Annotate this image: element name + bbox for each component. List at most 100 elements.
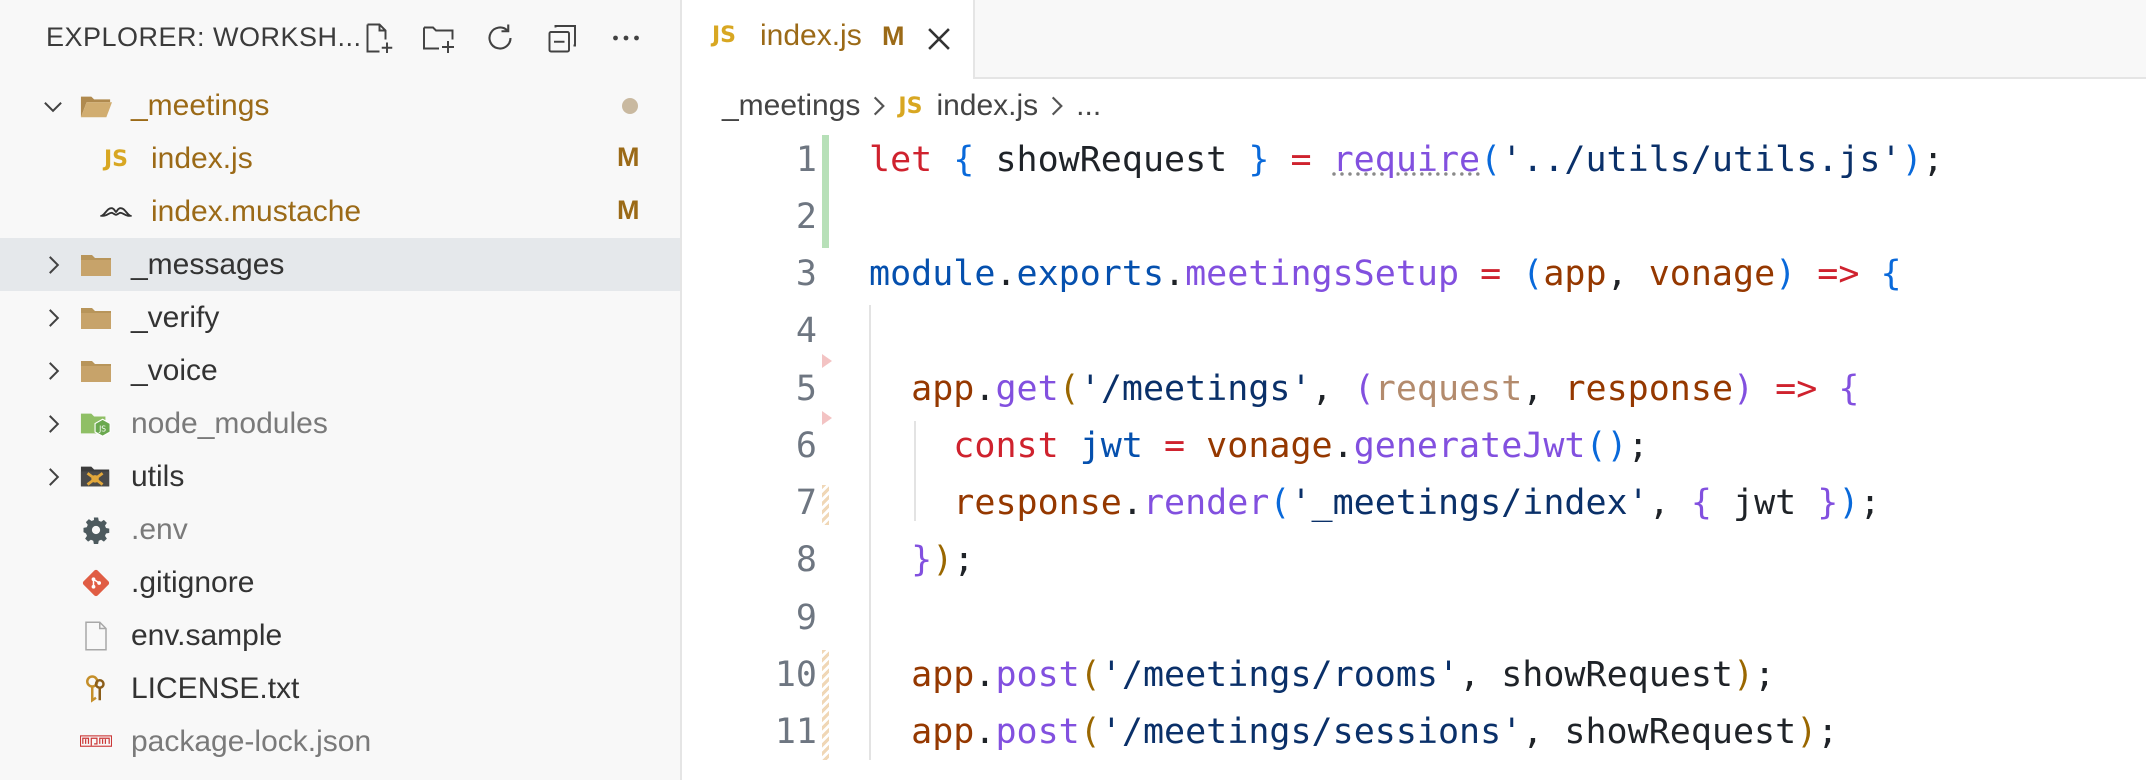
token: , showRequest xyxy=(1522,712,1797,752)
svg-text:JS: JS xyxy=(98,425,106,434)
folder-icon xyxy=(80,250,112,280)
refresh-icon xyxy=(488,24,512,50)
new-folder-icon xyxy=(423,26,454,53)
code-editor[interactable]: 1 2 3 4 5 6 7 8 9 10 11 let { showReques… xyxy=(682,135,2146,780)
tree-item-utils[interactable]: utils xyxy=(0,450,680,503)
tab-index-js[interactable]: JS index.js M xyxy=(682,0,975,79)
token: post xyxy=(995,655,1080,695)
tree-item-verify[interactable]: _verify xyxy=(0,291,680,344)
folder-icon xyxy=(80,303,112,333)
chevron-right-icon xyxy=(1052,96,1064,116)
js-icon: JS xyxy=(712,23,737,48)
token: { xyxy=(953,140,975,180)
token: app xyxy=(911,712,975,752)
close-icon[interactable] xyxy=(922,22,956,56)
tree-item-label: index.js xyxy=(151,142,253,175)
explorer-header: EXPLORER: WORKSH... xyxy=(0,0,680,76)
token: app xyxy=(1543,254,1607,294)
breadcrumb-item-symbols[interactable]: ... xyxy=(1076,89,1101,123)
token: ( xyxy=(1353,369,1375,409)
breadcrumb-item-folder[interactable]: _meetings xyxy=(722,89,860,123)
collapse-all-button[interactable] xyxy=(541,16,585,60)
token: '/meetings/sessions' xyxy=(1100,712,1523,752)
js-icon: JS xyxy=(898,93,923,119)
token: { xyxy=(1838,369,1860,409)
js-icon: JS xyxy=(103,146,129,172)
tree-item-node-modules[interactable]: JS node_modules xyxy=(0,397,680,450)
tree-item-messages[interactable]: _messages xyxy=(0,238,680,291)
chevron-right-icon xyxy=(49,362,60,380)
token: ; xyxy=(1754,655,1776,695)
code-line-10: app.post('/meetings/rooms', showRequest)… xyxy=(869,655,1775,695)
mustache-icon xyxy=(100,197,132,227)
token: () xyxy=(1585,426,1628,466)
token: render xyxy=(1142,483,1270,523)
tree-item-label: .env xyxy=(131,513,188,546)
token: '_meetings/index' xyxy=(1290,483,1649,523)
node-folder-icon: JS xyxy=(80,409,112,439)
token: let xyxy=(869,140,933,180)
token: } xyxy=(911,540,933,580)
token: = xyxy=(1142,426,1207,466)
tree-item-index-mustache[interactable]: index.mustache M xyxy=(0,185,680,238)
line-number: 6 xyxy=(795,426,817,466)
file-tree: _meetings JS index.js M index.mustache M… xyxy=(0,79,680,768)
modified-dot xyxy=(622,98,638,114)
token: post xyxy=(995,712,1080,752)
gear-icon xyxy=(80,515,112,545)
tree-item-package-lock[interactable]: package-lock.json xyxy=(0,715,680,768)
tree-item-gitignore[interactable]: .gitignore xyxy=(0,556,680,609)
token: app xyxy=(911,369,975,409)
token: . xyxy=(974,655,996,695)
utils-folder-icon xyxy=(80,462,112,492)
tree-item-meetings[interactable]: _meetings xyxy=(0,79,680,132)
token: ) xyxy=(1838,483,1860,523)
tree-item-label: .gitignore xyxy=(131,566,255,599)
explorer-title: EXPLORER: WORKSH... xyxy=(46,22,362,52)
token: , xyxy=(1606,254,1649,294)
tree-item-license[interactable]: LICENSE.txt xyxy=(0,662,680,715)
line-number: 7 xyxy=(795,483,817,523)
tree-item-voice[interactable]: _voice xyxy=(0,344,680,397)
token: '/meetings' xyxy=(1079,369,1312,409)
line-number: 3 xyxy=(795,254,817,294)
tree-item-label: package-lock.json xyxy=(131,725,372,758)
token: . xyxy=(1121,483,1143,523)
breadcrumb-item-file[interactable]: index.js xyxy=(936,89,1038,123)
tree-item-env[interactable]: .env xyxy=(0,503,680,556)
token: => xyxy=(1754,369,1839,409)
tree-item-env-sample[interactable]: env.sample xyxy=(0,609,680,662)
editor-area: JS index.js M _meetings JS index.js ... … xyxy=(682,0,2146,780)
refresh-button[interactable] xyxy=(478,16,522,60)
collapse-all-icon xyxy=(548,25,576,53)
new-folder-button[interactable] xyxy=(417,16,461,60)
token: = xyxy=(1269,140,1333,180)
token: , xyxy=(1522,369,1565,409)
deleted-lines-marker xyxy=(822,354,832,368)
token: vonage xyxy=(1648,254,1776,294)
token: . xyxy=(995,254,1017,294)
code-line-6: const jwt = vonage.generateJwt(); xyxy=(869,426,1648,466)
code-line-5: app.get('/meetings', (request, response)… xyxy=(869,369,1859,409)
token: . xyxy=(974,712,996,752)
npm-icon xyxy=(80,727,112,757)
line-number: 1 xyxy=(795,140,817,180)
more-actions-button[interactable] xyxy=(604,16,648,60)
token: exports xyxy=(1016,254,1165,294)
token: ( xyxy=(1480,140,1502,180)
token: = xyxy=(1459,254,1523,294)
line-number: 2 xyxy=(795,197,817,237)
token: ) xyxy=(1775,254,1797,294)
token: response xyxy=(953,483,1122,523)
tree-item-label: LICENSE.txt xyxy=(131,672,300,705)
token: . xyxy=(1332,426,1354,466)
tree-item-index-js[interactable]: JS index.js M xyxy=(0,132,680,185)
breadcrumb: _meetings JS index.js ... xyxy=(722,84,1101,128)
tab-label: index.js xyxy=(760,19,862,52)
token: app xyxy=(911,655,975,695)
token: ; xyxy=(1922,140,1944,180)
token: , xyxy=(1311,369,1354,409)
new-file-button[interactable] xyxy=(356,16,400,60)
chevron-right-icon xyxy=(49,468,60,486)
line-number: 11 xyxy=(774,712,817,752)
